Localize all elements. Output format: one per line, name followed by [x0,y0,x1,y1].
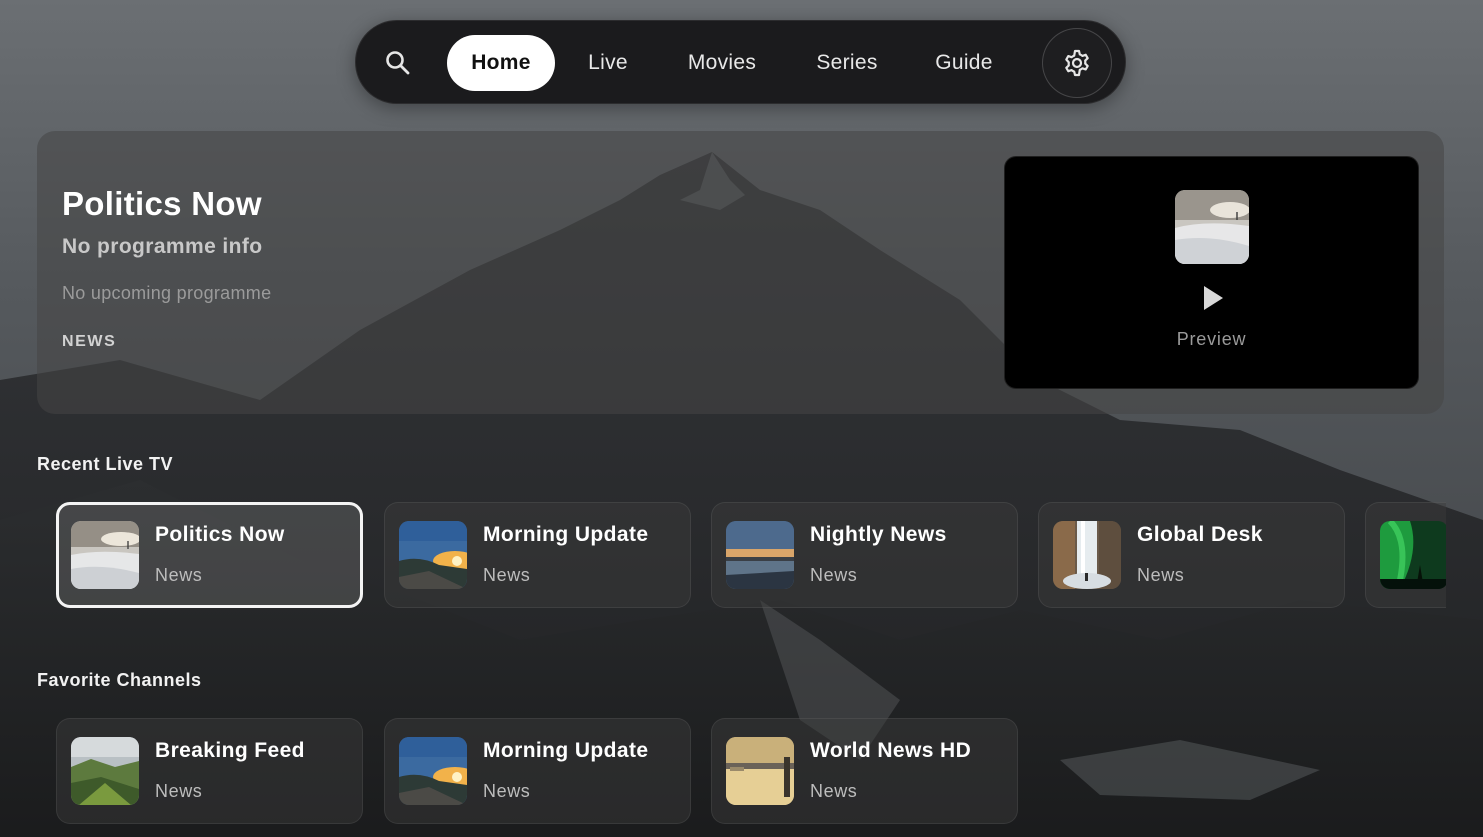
channel-thumbnail [399,737,467,805]
channel-thumbnail [71,737,139,805]
channel-thumbnail [71,521,139,589]
channel-genre: News [810,781,858,801]
channel-name: Global Desk [1137,523,1263,546]
channel-card[interactable]: World News HD News [711,718,1018,824]
channel-genre: News [155,565,203,585]
channel-thumbnail [399,521,467,589]
section-title-favorite-channels: Favorite Channels [37,670,202,690]
channel-genre: News [1137,565,1185,585]
channel-card[interactable]: Global Desk News [1038,502,1345,608]
channel-card[interactable]: Politics Now News [56,502,363,608]
channel-genre: News [483,565,531,585]
channel-genre: News [483,781,531,801]
channel-thumbnail [1380,521,1446,589]
channel-thumbnail [726,737,794,805]
channel-genre: News [155,781,203,801]
channel-name: Breaking Feed [155,739,305,762]
channel-name: World News HD [810,739,972,762]
channel-card[interactable]: Breaking Feed News [56,718,363,824]
channel-name: Politics Now [155,523,285,546]
channel-thumbnail [726,521,794,589]
channel-name: Morning Update [483,739,649,762]
channel-card[interactable]: Morning Update News [384,502,691,608]
channel-genre: News [810,565,858,585]
channel-card[interactable]: Morning Update News [384,718,691,824]
channel-name: Nightly News [810,523,947,546]
channel-card[interactable] [1365,502,1446,608]
channel-card[interactable]: Nightly News News [711,502,1018,608]
channel-thumbnail [1053,521,1121,589]
channel-name: Morning Update [483,523,649,546]
